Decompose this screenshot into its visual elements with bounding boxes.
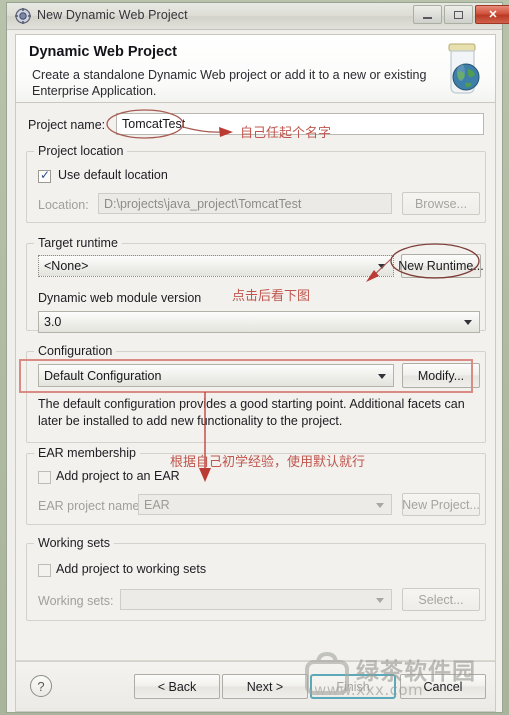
ear-project-name-value: EAR <box>144 497 170 512</box>
select-working-sets-button: Select... <box>402 588 480 611</box>
question-mark-icon: ? <box>37 678 45 694</box>
finish-button: Finish <box>310 674 396 699</box>
cancel-label: Cancel <box>423 679 463 694</box>
module-version-value: 3.0 <box>44 315 62 329</box>
finish-label: Finish <box>336 679 370 694</box>
page-description: Create a standalone Dynamic Web project … <box>32 68 427 98</box>
configuration-combo[interactable]: Default Configuration <box>38 364 394 387</box>
location-input: D:\projects\java_project\TomcatTest <box>98 193 392 214</box>
add-to-working-sets-checkbox[interactable] <box>38 564 51 577</box>
cancel-button[interactable]: Cancel <box>400 674 486 699</box>
location-label: Location: <box>38 198 89 212</box>
page-title: Dynamic Web Project <box>29 44 178 60</box>
jar-with-globe-icon <box>448 43 480 94</box>
project-name-input[interactable]: TomcatTest <box>116 113 484 135</box>
configuration-value: Default Configuration <box>44 368 162 383</box>
target-runtime-combo[interactable]: <None> <box>38 255 394 277</box>
wizard-footer: ? < Back Next > Finish Cancel <box>15 660 496 712</box>
use-default-location-label: Use default location <box>58 168 168 182</box>
title-bar: New Dynamic Web Project ✕ <box>7 3 509 30</box>
checkmark-icon: ✓ <box>40 168 51 182</box>
wizard-gear-icon <box>15 8 31 24</box>
window-title: New Dynamic Web Project <box>37 8 188 22</box>
maximize-button[interactable] <box>444 5 473 24</box>
add-to-working-sets-label: Add project to working sets <box>56 562 207 576</box>
ear-project-name-combo: EAR <box>138 494 392 515</box>
chevron-down-icon <box>464 320 472 325</box>
working-sets-combo <box>120 589 392 610</box>
minimize-button[interactable] <box>413 5 442 24</box>
module-version-label: Dynamic web module version <box>38 291 202 305</box>
new-runtime-label: New Runtime... <box>398 259 484 273</box>
chevron-down-icon <box>378 264 386 269</box>
target-runtime-group-title: Target runtime <box>34 236 122 250</box>
working-sets-label: Working sets: <box>38 594 114 608</box>
modify-label: Modify... <box>417 368 465 383</box>
configuration-description: The default configuration provides a goo… <box>38 397 465 428</box>
window-client-area: New Dynamic Web Project ✕ Dynamic Web Pr… <box>6 2 509 713</box>
close-icon: ✕ <box>488 9 498 21</box>
next-label: Next > <box>246 679 284 694</box>
wizard-header: Dynamic Web Project Create a standalone … <box>15 34 496 103</box>
new-ear-project-button: New Project... <box>402 493 480 516</box>
back-label: < Back <box>157 679 197 694</box>
add-project-to-ear-checkbox[interactable] <box>38 471 51 484</box>
use-default-location-checkbox[interactable]: ✓ <box>38 168 51 183</box>
project-name-label: Project name: <box>28 118 106 132</box>
add-project-to-ear-label: Add project to an EAR <box>56 469 180 483</box>
chevron-down-icon <box>378 373 386 379</box>
chevron-down-icon <box>376 502 384 508</box>
chevron-down-icon <box>376 597 384 603</box>
minimize-icon <box>423 17 432 19</box>
wizard-body: Project name: TomcatTest Project locatio… <box>15 103 496 660</box>
configuration-group-title: Configuration <box>34 344 117 358</box>
working-sets-group-title: Working sets <box>34 536 115 550</box>
target-runtime-value: <None> <box>44 259 89 273</box>
ear-project-name-label: EAR project name: <box>38 499 143 513</box>
ear-membership-group-title: EAR membership <box>34 446 140 460</box>
new-runtime-button[interactable]: New Runtime... <box>398 254 484 278</box>
application-window: New Dynamic Web Project ✕ Dynamic Web Pr… <box>0 0 509 715</box>
close-button[interactable]: ✕ <box>475 5 509 24</box>
footer-divider <box>16 661 495 662</box>
module-version-combo[interactable]: 3.0 <box>38 311 480 333</box>
browse-button: Browse... <box>402 192 480 215</box>
project-location-group-title: Project location <box>34 144 128 158</box>
help-button[interactable]: ? <box>30 675 52 697</box>
modify-button[interactable]: Modify... <box>402 363 480 388</box>
maximize-icon <box>454 10 463 19</box>
next-button[interactable]: Next > <box>222 674 308 699</box>
back-button[interactable]: < Back <box>134 674 220 699</box>
